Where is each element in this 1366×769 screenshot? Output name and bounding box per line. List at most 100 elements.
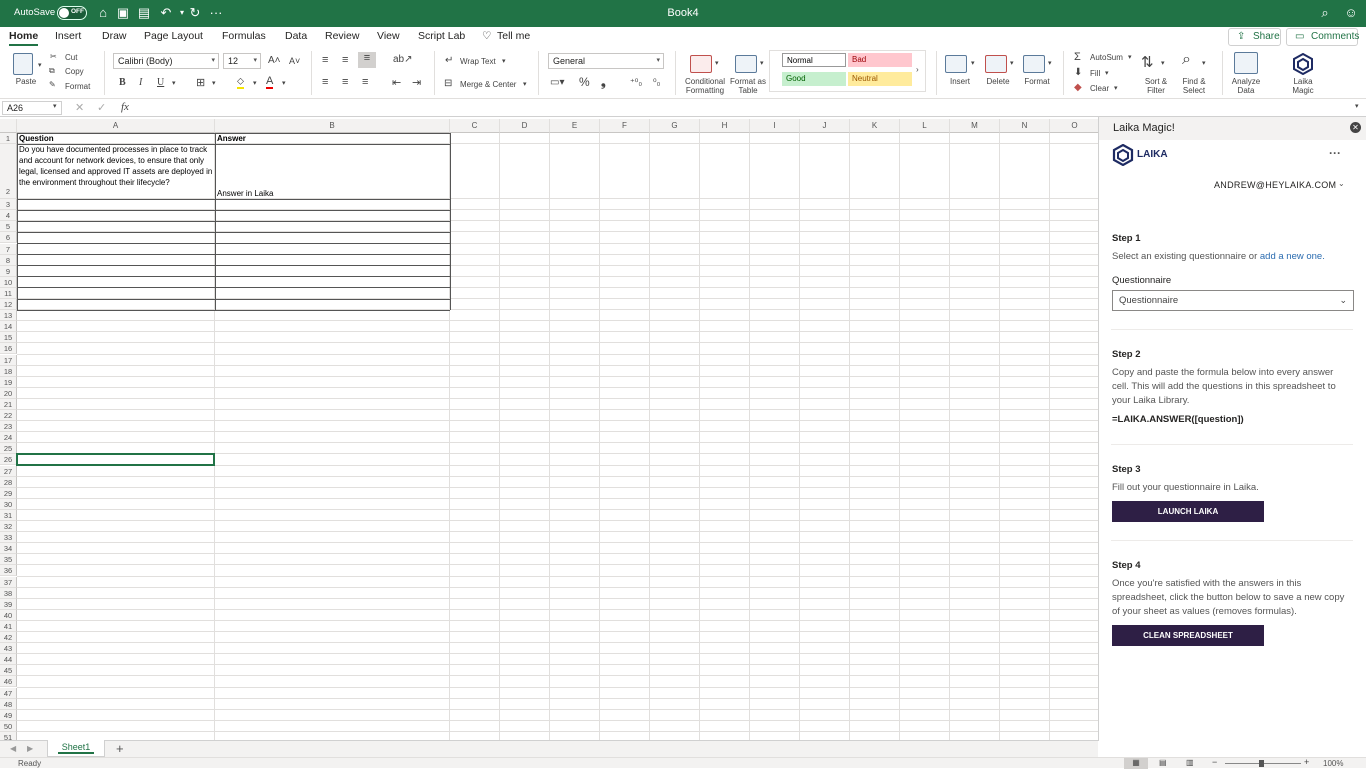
column-header-l[interactable]: L — [900, 119, 950, 133]
analyze-data-icon[interactable] — [1234, 52, 1258, 74]
row-header[interactable]: 31 — [0, 509, 17, 521]
fill-color-icon[interactable]: ⬦ — [237, 76, 244, 89]
percent-icon[interactable]: % — [579, 75, 590, 89]
tab-review[interactable]: Review — [325, 30, 359, 42]
copy-label[interactable]: Copy — [65, 67, 84, 76]
page-break-view-icon[interactable]: ▥ — [1186, 758, 1194, 767]
align-left-icon[interactable]: ≡ — [322, 76, 328, 88]
add-new-questionnaire-link[interactable]: add a new one. — [1260, 251, 1325, 262]
row-header[interactable]: 21 — [0, 398, 17, 410]
row-header[interactable]: 24 — [0, 432, 17, 444]
row-header[interactable]: 50 — [0, 720, 17, 732]
number-format-select[interactable]: General ▾ — [548, 53, 664, 69]
style-normal[interactable]: Normal — [782, 53, 846, 67]
conditional-formatting-icon[interactable] — [690, 55, 712, 73]
cut-icon[interactable]: ✂ — [50, 52, 57, 61]
share-button[interactable]: ⇪ Share — [1228, 28, 1281, 46]
search-icon[interactable]: ⌕ — [1317, 5, 1333, 21]
sort-filter-label[interactable]: Sort & Filter — [1137, 77, 1175, 95]
row-header[interactable]: 39 — [0, 598, 17, 610]
tab-home[interactable]: Home — [9, 30, 39, 46]
bold-button[interactable]: B — [119, 77, 126, 88]
row-header[interactable]: 18 — [0, 365, 17, 377]
close-icon[interactable]: ✕ — [1350, 122, 1361, 133]
zoom-out-icon[interactable]: − — [1212, 757, 1217, 767]
launch-laika-button[interactable]: LAUNCH LAIKA — [1112, 501, 1264, 522]
conditional-formatting-label[interactable]: Conditional Formatting — [680, 77, 730, 95]
row-header[interactable]: 30 — [0, 498, 17, 510]
increase-font-icon[interactable]: A˄ — [268, 55, 281, 66]
row-header[interactable]: 34 — [0, 543, 17, 555]
laika-logo-icon[interactable] — [1292, 52, 1314, 76]
find-select-label[interactable]: Find & Select — [1175, 77, 1213, 95]
comments-button[interactable]: ▭ Comments — [1286, 28, 1359, 46]
borders-icon[interactable]: ⊞ — [196, 76, 205, 89]
more-options-icon[interactable]: ··· — [1329, 146, 1341, 160]
normal-view-icon[interactable]: ▦ — [1124, 758, 1148, 769]
row-header[interactable]: 47 — [0, 687, 17, 699]
row-header[interactable]: 35 — [0, 554, 17, 566]
row-header[interactable]: 16 — [0, 343, 17, 355]
row-header[interactable]: 11 — [0, 287, 17, 299]
italic-button[interactable]: I — [139, 77, 142, 88]
row-header[interactable]: 49 — [0, 709, 17, 721]
row-header[interactable]: 27 — [0, 465, 17, 477]
row-header[interactable]: 19 — [0, 376, 17, 388]
row-header[interactable]: 38 — [0, 587, 17, 599]
row-header[interactable]: 28 — [0, 476, 17, 488]
row-header[interactable]: 26 — [0, 454, 17, 466]
row-header[interactable]: 46 — [0, 676, 17, 688]
font-name-select[interactable]: Calibri (Body) ▾ — [113, 53, 219, 69]
tab-data[interactable]: Data — [285, 30, 307, 42]
row-header[interactable]: 23 — [0, 421, 17, 433]
select-all-corner[interactable] — [0, 119, 17, 133]
font-size-select[interactable]: 12 ▾ — [223, 53, 261, 69]
analyze-data-label[interactable]: Analyze Data — [1226, 77, 1266, 95]
style-bad[interactable]: Bad — [848, 53, 912, 67]
row-header[interactable]: 43 — [0, 643, 17, 655]
format-as-table-label[interactable]: Format as Table — [730, 77, 766, 95]
row-header[interactable]: 13 — [0, 310, 17, 322]
format-as-table-icon[interactable] — [735, 55, 757, 73]
formula-input[interactable] — [138, 100, 1353, 116]
row-header[interactable]: 37 — [0, 576, 17, 588]
row-header[interactable]: 25 — [0, 443, 17, 455]
row-header[interactable]: 33 — [0, 532, 17, 544]
row-header[interactable]: 12 — [0, 299, 17, 311]
wrap-text-icon[interactable]: ↵ — [445, 55, 453, 66]
row-header[interactable]: 5 — [0, 221, 17, 233]
copy-icon[interactable]: ⧉ — [49, 66, 55, 76]
spreadsheet-grid[interactable]: A B C D E F G H I J K L M N O 1 2 3 4 5 6 7 8 9 10 11 12 13 14 15 16 17… — [0, 119, 1098, 740]
row-header[interactable]: 17 — [0, 354, 17, 366]
orientation-icon[interactable]: ab↗ — [393, 54, 413, 65]
align-right-icon[interactable]: ≡ — [362, 76, 368, 88]
row-header[interactable]: 51 — [0, 731, 17, 740]
style-neutral[interactable]: Neutral — [848, 72, 912, 86]
enter-icon[interactable]: ✓ — [97, 101, 106, 114]
increase-indent-icon[interactable]: ⇥ — [412, 76, 421, 89]
wrap-text-label[interactable]: Wrap Text — [460, 57, 496, 66]
tab-formulas[interactable]: Formulas — [222, 30, 266, 42]
selected-cell-a26[interactable] — [16, 453, 215, 467]
column-header-g[interactable]: G — [650, 119, 700, 133]
cut-label[interactable]: Cut — [65, 53, 77, 62]
column-header-c[interactable]: C — [450, 119, 500, 133]
cell-a2[interactable]: Do you have documented processes in plac… — [19, 144, 213, 188]
row-header[interactable]: 4 — [0, 210, 17, 222]
column-header-e[interactable]: E — [550, 119, 600, 133]
fill-icon[interactable]: ⬇ — [1074, 67, 1082, 78]
increase-decimal-icon[interactable]: ⁺⁰₀ — [630, 77, 642, 88]
zoom-in-icon[interactable]: + — [1304, 757, 1309, 767]
function-icon[interactable]: fx — [121, 101, 129, 113]
merge-center-label[interactable]: Merge & Center — [460, 80, 516, 89]
decrease-font-icon[interactable]: A˅ — [289, 56, 300, 66]
column-header-k[interactable]: K — [850, 119, 900, 133]
prev-sheet-icon[interactable]: ◀ — [10, 744, 16, 753]
row-header[interactable]: 32 — [0, 521, 17, 533]
decrease-decimal-icon[interactable]: ⁰₀ — [653, 77, 660, 88]
tab-view[interactable]: View — [377, 30, 400, 42]
column-header-a[interactable]: A — [17, 119, 215, 133]
row-header[interactable]: 44 — [0, 654, 17, 666]
insert-cells-label[interactable]: Insert — [942, 77, 978, 86]
cell-b1[interactable]: Answer — [217, 133, 448, 144]
